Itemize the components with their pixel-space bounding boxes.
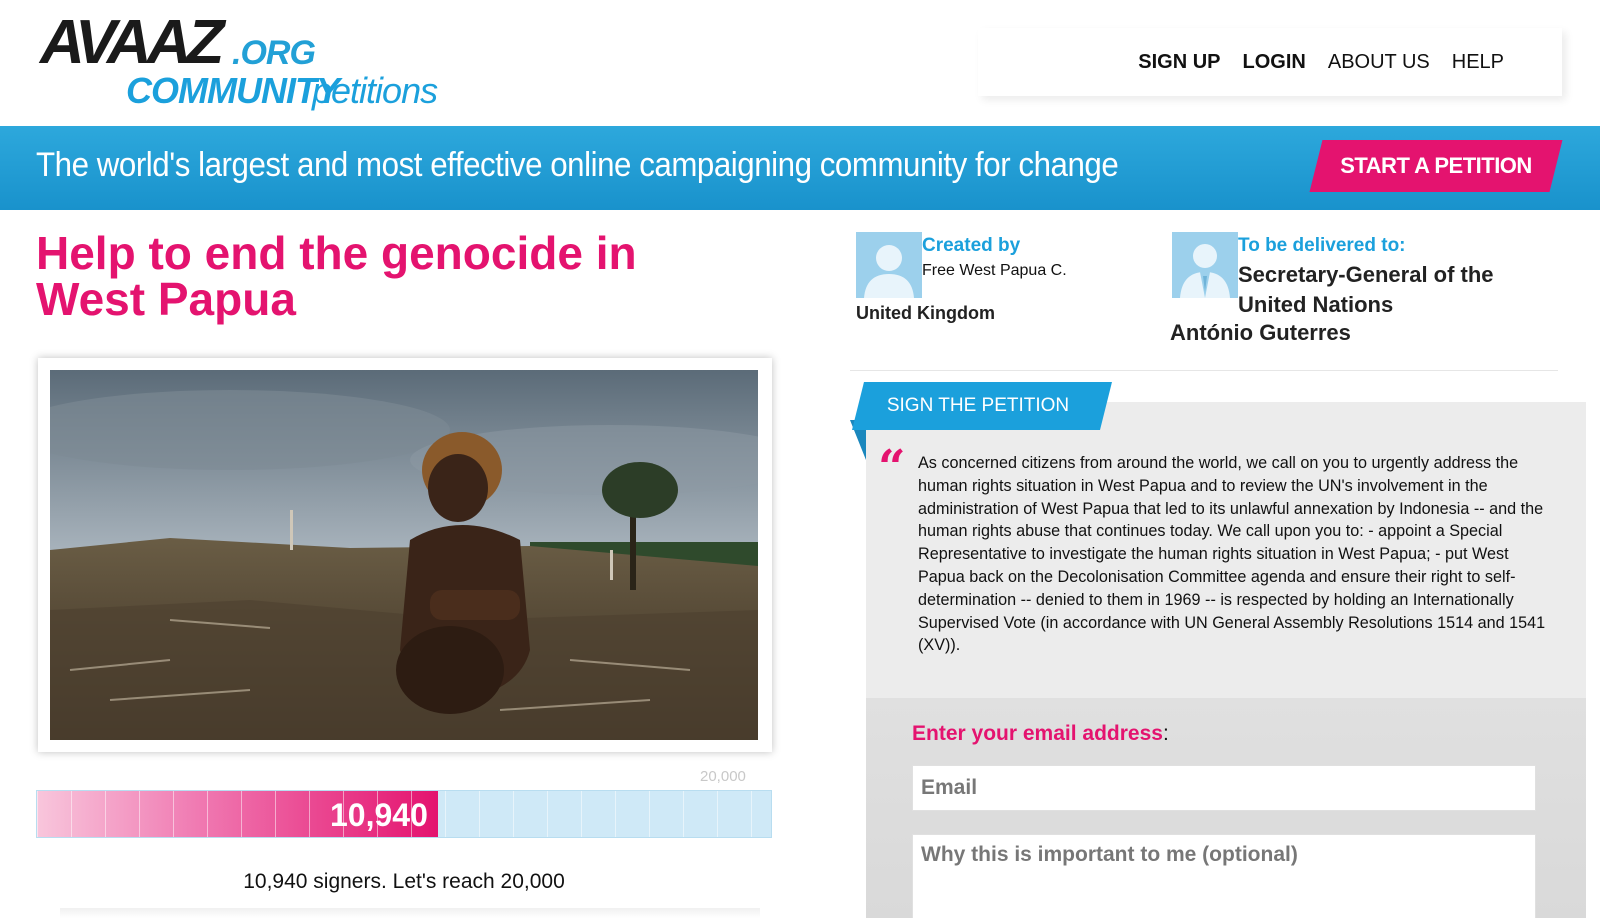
signers-summary: 10,940 signers. Let's reach 20,000	[243, 870, 565, 893]
nav-help-link[interactable]: HELP	[1452, 51, 1504, 74]
email-label-colon: :	[1162, 722, 1169, 745]
logo-petitions: petitions	[312, 70, 438, 111]
created-by-label: Created by	[922, 235, 1021, 256]
creator-name[interactable]: Free West Papua C.	[922, 260, 1082, 282]
recipient-name: António Guterres	[1170, 320, 1351, 345]
nav-sign-up-link[interactable]: SIGN UP	[1138, 51, 1220, 74]
nav-login-link[interactable]: LOGIN	[1243, 51, 1306, 74]
reason-textarea[interactable]	[912, 834, 1536, 918]
progress-goal-label: 20,000	[700, 768, 746, 785]
logo-community: COMMUNITY	[126, 70, 340, 111]
petition-photo	[50, 370, 758, 740]
logo-org-text: .ORG	[232, 34, 316, 72]
recipient-title: Secretary-General of the United Nations	[1238, 262, 1494, 317]
section-shadow	[60, 908, 760, 918]
email-input[interactable]	[912, 765, 1536, 811]
delivered-to-label: To be delivered to:	[1238, 235, 1406, 256]
progress-count: 10,940	[330, 797, 428, 833]
banner-tagline: The world's largest and most effective o…	[36, 146, 1119, 184]
email-label: Enter your email address:	[912, 722, 1169, 746]
email-label-text: Enter your email address	[912, 722, 1163, 745]
sign-the-petition-tab[interactable]: SIGN THE PETITION	[858, 382, 1098, 430]
top-nav: SIGN UP LOGIN ABOUT US HELP	[978, 28, 1562, 96]
logo-org: .ORG	[232, 34, 316, 73]
nav-about-us-link[interactable]: ABOUT US	[1328, 51, 1430, 74]
site-header: AVAAZ .ORG COMMUNITY petitions SIGN UP L…	[0, 0, 1600, 126]
start-petition-button[interactable]: START A PETITION	[1316, 140, 1556, 192]
signature-progress-bar: 10,940	[36, 790, 772, 838]
person-suit-silhouette-icon	[1172, 232, 1238, 298]
tagline-banner: The world's largest and most effective o…	[0, 126, 1600, 210]
creator-country: United Kingdom	[856, 303, 995, 323]
petition-title: Help to end the genocide in West Papua	[36, 227, 637, 325]
person-silhouette-icon	[856, 232, 922, 298]
petition-text: As concerned citizens from around the wo…	[918, 454, 1546, 655]
quote-mark-icon: “	[878, 440, 906, 496]
section-divider	[850, 370, 1558, 371]
petition-photo-frame	[38, 358, 772, 752]
logo-wordmark: AVAAZ	[40, 8, 224, 77]
avaaz-logo[interactable]: AVAAZ .ORG COMMUNITY petitions	[40, 12, 460, 112]
